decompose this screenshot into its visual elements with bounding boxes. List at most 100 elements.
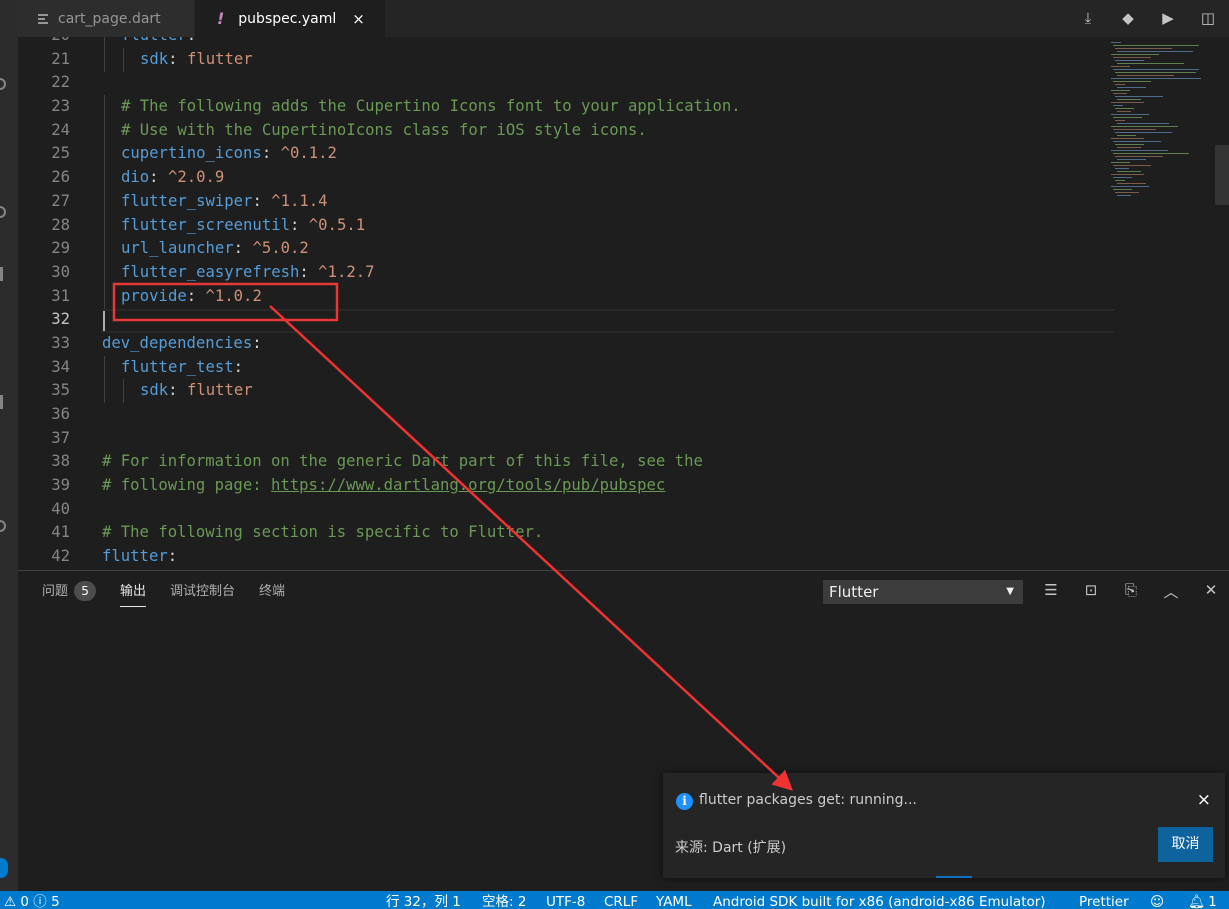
code-content: # For information on the generic Dart pa…	[102, 450, 703, 474]
notifications-bell[interactable]: 🔔︎ 1	[1188, 891, 1217, 909]
panel-actions: ☰ ⊡ ⎘ ︿ ✕	[1040, 581, 1222, 603]
line-number: 33	[51, 333, 70, 352]
minimap-line	[1115, 180, 1125, 181]
code-comment: # The following section is specific to F…	[102, 523, 544, 542]
minimap-line	[1113, 153, 1189, 154]
device-selector[interactable]: Android SDK built for x86 (android-x86 E…	[713, 891, 1046, 909]
output-channel-select[interactable]: Flutter ▼	[823, 580, 1023, 604]
line-number: 35	[51, 381, 70, 400]
problems-indicator[interactable]: ⚠ 0 ⓘ 5	[4, 891, 60, 909]
code-link[interactable]: https://www.dartlang.org/tools/pub/pubsp…	[271, 476, 665, 494]
minimap-line	[1117, 123, 1169, 124]
code-line: 39 # following page: https://www.dartlang…	[18, 474, 1118, 498]
tab-output[interactable]: 输出	[120, 581, 147, 607]
editor-toolbar: ⤓ ◆ ▶ ◫	[1079, 6, 1217, 30]
encoding[interactable]: UTF-8	[546, 891, 585, 909]
minimap-line	[1117, 147, 1141, 148]
clear-output-icon[interactable]: ☰	[1040, 581, 1062, 603]
minimap-line	[1115, 48, 1172, 49]
yaml-separator: :	[167, 547, 178, 566]
download-icon[interactable]: ⤓	[1079, 9, 1097, 27]
accounts-badge[interactable]	[0, 858, 8, 878]
line-number: 20	[18, 37, 70, 48]
close-icon[interactable]: ×	[1197, 790, 1211, 810]
indent-guide	[104, 237, 105, 262]
cancel-button[interactable]: 取消	[1158, 827, 1213, 862]
indent-guide	[104, 166, 105, 191]
end-of-line[interactable]: CRLF	[604, 891, 638, 909]
code-line: 33 dev_dependencies:	[18, 332, 1118, 356]
code-editor[interactable]: 20 flutter: 21 sdk: flutter 22 23 # The follow…	[18, 37, 1229, 570]
feedback-smiley-icon[interactable]: ☺	[1150, 891, 1164, 909]
code-content: flutter_test:	[121, 356, 243, 380]
run-icon[interactable]: ▶	[1159, 9, 1177, 27]
line-number: 41	[51, 523, 70, 542]
editor-scrollbar[interactable]	[1215, 37, 1229, 570]
minimap-line	[1115, 168, 1129, 169]
scm-icon[interactable]	[0, 267, 3, 281]
debug-icon[interactable]	[0, 395, 3, 409]
prettier-status[interactable]: Prettier	[1079, 891, 1129, 909]
yaml-key: sdk	[140, 49, 169, 68]
minimap-line	[1115, 72, 1196, 73]
explorer-icon[interactable]	[0, 78, 6, 90]
notification-message: flutter packages get: running...	[699, 792, 917, 808]
minimap-line	[1113, 105, 1123, 106]
tab-cart-page[interactable]: cart_page.dart	[18, 0, 194, 37]
yaml-key: dev_dependencies	[102, 333, 253, 352]
minimap-line	[1115, 60, 1144, 61]
minimap-line	[1117, 63, 1184, 64]
yaml-separator: :	[290, 215, 309, 234]
tab-problems[interactable]: 问题 5	[42, 581, 97, 607]
maximize-panel-icon[interactable]: ︿	[1160, 581, 1182, 603]
tab-pubspec[interactable]: ! pubspec.yaml ×	[195, 0, 385, 37]
minimap-line	[1117, 51, 1193, 52]
problems-count-badge: 5	[74, 581, 97, 601]
tab-terminal[interactable]: 终端	[259, 581, 285, 607]
indentation[interactable]: 空格: 2	[482, 891, 526, 909]
minimap-line	[1117, 75, 1174, 76]
code-line: 23 # The following adds the Cupertino Ico…	[18, 95, 1118, 120]
minimap-line	[1111, 54, 1159, 55]
close-icon[interactable]: ×	[352, 10, 365, 28]
language-mode[interactable]: YAML	[656, 891, 692, 909]
code-line: 20 flutter:	[18, 37, 1118, 48]
minimap-line	[1117, 195, 1131, 196]
code-lines: 20 flutter: 21 sdk: flutter 22 23 # The follow…	[18, 37, 1118, 569]
split-editor-icon[interactable]: ◫	[1199, 9, 1217, 27]
minimap-line	[1113, 189, 1132, 190]
yaml-value: ^2.0.9	[167, 168, 225, 187]
minimap-line	[1115, 144, 1144, 145]
yaml-separator: :	[233, 357, 244, 376]
minimap-line	[1117, 99, 1141, 100]
close-panel-icon[interactable]: ✕	[1200, 581, 1222, 603]
minimap-line	[1111, 186, 1149, 187]
code-content: flutter_screenutil: ^0.5.1	[121, 214, 365, 238]
minimap-line	[1111, 126, 1178, 127]
open-log-icon[interactable]: ⎘	[1120, 581, 1142, 603]
cursor-position[interactable]: 行 32，列 1	[386, 891, 461, 909]
search-icon[interactable]	[0, 206, 6, 218]
line-number: 31	[51, 286, 70, 305]
minimap-line	[1115, 132, 1172, 133]
tab-debug-console[interactable]: 调试控制台	[170, 581, 235, 607]
tab-label: 终端	[259, 584, 286, 599]
line-number: 28	[51, 215, 70, 234]
lock-scroll-icon[interactable]: ⊡	[1080, 581, 1102, 603]
code-line: 29 url_launcher: ^5.0.2	[18, 237, 1118, 262]
editor-tab-bar: cart_page.dart ! pubspec.yaml × ⤓ ◆ ▶ ◫	[18, 0, 1229, 37]
indent-guide	[104, 37, 105, 48]
line-number: 40	[51, 499, 70, 518]
line-number: 38	[51, 452, 70, 471]
selected-channel: Flutter	[829, 583, 879, 601]
tab-label: 输出	[120, 584, 147, 599]
minimap-line	[1111, 78, 1201, 79]
minimap-line	[1117, 87, 1146, 88]
minimap[interactable]	[1111, 40, 1216, 205]
yaml-separator: :	[299, 262, 319, 281]
git-compare-icon[interactable]: ◆	[1119, 9, 1137, 27]
extensions-icon[interactable]	[0, 520, 6, 532]
yaml-value: ^5.0.2	[252, 239, 309, 258]
code-comment: # The following adds the Cupertino Icons…	[121, 97, 741, 116]
scrollbar-thumb[interactable]	[1215, 145, 1229, 205]
